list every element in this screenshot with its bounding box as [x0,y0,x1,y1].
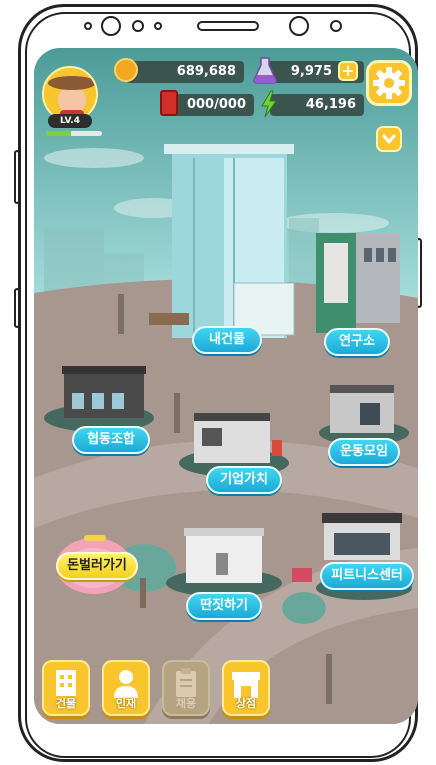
add-potion-button[interactable]: + [338,61,358,81]
potion-value: 9,975 [290,64,332,79]
coin-icon [114,58,138,82]
building-earn-money[interactable]: 돈벌러가기 [56,552,138,580]
building-fitness-center[interactable]: 피트니스센터 [320,562,414,590]
building-exercise-club[interactable]: 운동모임 [328,438,400,466]
nav-building-label: 건물 [55,697,77,710]
front-camera-2 [289,16,309,36]
game-screen: LV.4 689,688 9,975 + 000/000 46,196 내건물 … [34,48,418,724]
nav-building-button[interactable]: 건물 [42,660,90,716]
nav-shop-label: 상점 [235,697,257,710]
xp-progress-fill [46,131,72,136]
xp-progress-bar [46,131,102,136]
nav-hiring-label: 채용 [175,697,197,710]
sensor-dot [132,20,144,32]
speaker-grille [197,21,259,31]
energy-counter: 46,196 [270,94,364,116]
nav-talent-label: 인재 [115,697,137,710]
building-corporate-value[interactable]: 기업가치 [206,466,282,494]
coin-value: 689,688 [176,64,236,79]
scene-background [34,48,418,724]
building-research-lab[interactable]: 연구소 [324,328,390,356]
volume-button [14,288,20,328]
building-my-building[interactable]: 내건물 [192,326,262,354]
level-badge: LV.4 [48,114,92,128]
red-card-icon [160,90,178,116]
front-camera [101,16,121,36]
expand-menu-button[interactable] [376,126,402,152]
plus-icon: + [341,61,355,80]
nav-talent-button[interactable]: 인재 [102,660,150,716]
chevron-down-icon [382,134,396,144]
coin-counter: 689,688 [126,61,244,83]
sensor-dot [330,20,342,32]
player-avatar[interactable]: LV.4 [40,62,100,128]
energy-value: 46,196 [305,97,356,112]
gear-icon [373,67,405,99]
building-side-job[interactable]: 딴짓하기 [186,592,262,620]
card-counter: 000/000 [172,94,254,116]
nav-shop-button[interactable]: 상점 [222,660,270,716]
lightning-icon [261,90,277,118]
potion-flask-icon [253,57,277,84]
nav-hiring-button[interactable]: 채용 [162,660,210,716]
sensor-dot [154,22,162,30]
settings-button[interactable] [366,60,412,106]
card-value: 000/000 [186,97,246,112]
building-cooperative[interactable]: 협동조합 [72,426,150,454]
volume-button [14,150,20,204]
sensor-dot [84,22,92,30]
